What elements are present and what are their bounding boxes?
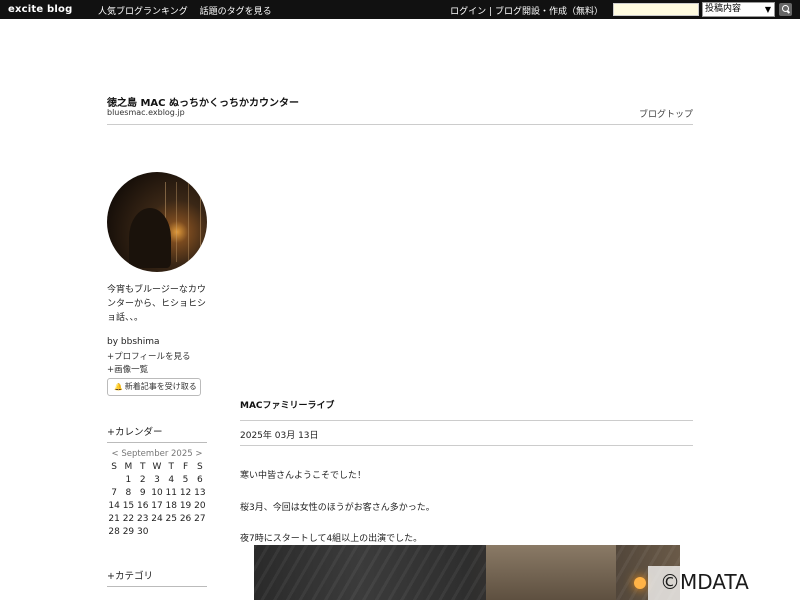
post-photo[interactable]	[254, 545, 680, 600]
weekday: T	[139, 462, 146, 472]
calendar-day[interactable]: 24	[150, 513, 164, 526]
calendar-day[interactable]: 9	[136, 487, 150, 500]
follow-button-label: 新着記事を受け取る	[124, 382, 197, 391]
calendar-day[interactable]: 6	[193, 474, 207, 487]
calendar-day[interactable]: 20	[193, 500, 207, 513]
calendar-weeks: 1 2 3 4 5 6 7 8 9 10 11 12 13 14 15 16 17 18 19 20 21 22 23 24 2…	[107, 474, 207, 539]
calendar-day[interactable]: 2	[136, 474, 150, 487]
calendar-day[interactable]: 11	[164, 487, 178, 500]
top-bar: excite blog 人気ブログランキング 話題のタグを見る ログイン | ブ…	[0, 0, 800, 19]
weekday: S	[111, 462, 117, 472]
calendar-day	[178, 526, 192, 539]
photo-light	[634, 577, 646, 589]
calendar-day[interactable]: 19	[178, 500, 192, 513]
calendar-day	[164, 526, 178, 539]
calendar-week: 21 22 23 24 25 26 27	[107, 513, 207, 526]
calendar-day[interactable]: 30	[136, 526, 150, 539]
calendar-day[interactable]: 13	[193, 487, 207, 500]
blog-title[interactable]: 徳之島 MAC ぬっちかくっちかカウンター	[107, 94, 299, 109]
calendar-day[interactable]: 10	[150, 487, 164, 500]
calendar-day	[107, 474, 121, 487]
weekday: S	[196, 462, 203, 472]
photo-panel	[486, 545, 616, 600]
profile-description: 今宵もブルージーなカウ ンターから、ヒショヒシ ョ話、、。	[107, 283, 211, 325]
blog-url: bluesmac.exblog.jp	[107, 108, 185, 117]
profile-line: ョ話、、。	[107, 313, 144, 323]
calendar-day[interactable]: 12	[178, 487, 192, 500]
post-paragraph: 桜3月、今回は女性のほうがお客さん多かった。	[240, 503, 435, 513]
calendar-day[interactable]: 26	[178, 513, 192, 526]
chevron-down-icon: ▼	[764, 5, 771, 14]
blog-top-link[interactable]: ブログトップ	[639, 107, 693, 120]
view-profile-link[interactable]: +プロフィールを見る	[107, 350, 190, 362]
watermark: ©MDATA	[648, 566, 794, 600]
search-scope-value: 投稿内容	[705, 4, 742, 14]
calendar-day[interactable]: 27	[193, 513, 207, 526]
weekday: T	[168, 462, 175, 472]
post-title[interactable]: MACファミリーライブ	[240, 398, 335, 411]
post-paragraph: 夜7時にスタートして4組以上の出演でした。	[240, 534, 423, 544]
calendar-day	[193, 526, 207, 539]
calendar-day[interactable]: 16	[136, 500, 150, 513]
calendar: < September 2025 > S M T W T F S 1234567…	[107, 449, 207, 539]
post-divider	[240, 420, 693, 421]
account-links: ログイン | ブログ開設・作成（無料）	[450, 4, 603, 17]
calendar-day[interactable]: 15	[121, 500, 135, 513]
profile-line: 今宵もブルージーなカウ	[107, 285, 206, 295]
login-link[interactable]: ログイン	[450, 7, 486, 17]
calendar-day[interactable]: 22	[121, 513, 135, 526]
post-date: 2025年 03月 13日	[240, 431, 319, 441]
calendar-day[interactable]: 17	[150, 500, 164, 513]
calendar-day[interactable]: 21	[107, 513, 121, 526]
tags-link[interactable]: 話題のタグを見る	[200, 7, 272, 17]
weekday: W	[152, 462, 162, 472]
calendar-day[interactable]: 14	[107, 500, 121, 513]
author-name: by bbshima	[107, 337, 160, 347]
calendar-day[interactable]: 18	[164, 500, 178, 513]
search-input[interactable]	[613, 3, 699, 16]
calendar-day[interactable]: 5	[178, 474, 192, 487]
calendar-heading: +カレンダー	[107, 424, 207, 443]
profile-avatar[interactable]	[107, 172, 207, 272]
calendar-day[interactable]: 25	[164, 513, 178, 526]
calendar-day[interactable]: 3	[150, 474, 164, 487]
calendar-day	[150, 526, 164, 539]
avatar-figure	[129, 208, 171, 268]
calendar-month: September 2025	[121, 449, 193, 459]
post-paragraph: 寒い中皆さんようこそでした！	[240, 471, 367, 481]
calendar-week: 123456	[107, 474, 207, 487]
calendar-day[interactable]: 28	[107, 526, 121, 539]
calendar-week: 14 15 16 17 18 19 20	[107, 500, 207, 513]
calendar-day[interactable]: 7	[107, 487, 121, 500]
calendar-day[interactable]: 23	[136, 513, 150, 526]
header-divider	[107, 124, 693, 125]
search-icon[interactable]	[779, 3, 792, 16]
post-divider	[240, 445, 693, 446]
calendar-day[interactable]: 4	[164, 474, 178, 487]
watermark-text: ©MDATA	[660, 570, 749, 594]
create-blog-link[interactable]: ブログ開設・作成（無料）	[495, 7, 603, 17]
calendar-next-button[interactable]: >	[195, 449, 202, 459]
bell-icon: 🔔	[114, 383, 123, 391]
ranking-link[interactable]: 人気ブログランキング	[98, 7, 188, 17]
category-heading: +カテゴリ	[107, 568, 207, 587]
weekday: F	[182, 462, 189, 472]
top-nav: 人気ブログランキング 話題のタグを見る	[98, 4, 281, 17]
calendar-week: 28 29 30	[107, 526, 207, 539]
calendar-weekdays: S M T W T F S	[107, 461, 207, 474]
calendar-day[interactable]: 1	[121, 474, 135, 487]
excite-blog-logo[interactable]: excite blog	[8, 4, 72, 15]
link-separator: |	[489, 7, 493, 17]
follow-button[interactable]: 🔔 新着記事を受け取る	[107, 378, 201, 396]
weekday: M	[124, 462, 133, 472]
search-scope-select[interactable]: 投稿内容 ▼	[702, 2, 775, 17]
calendar-prev-button[interactable]: <	[112, 449, 119, 459]
calendar-header: < September 2025 >	[107, 449, 207, 461]
profile-line: ンターから、ヒショヒシ	[107, 299, 207, 309]
calendar-day[interactable]: 29	[121, 526, 135, 539]
calendar-day[interactable]: 8	[121, 487, 135, 500]
calendar-week: 7 8 9 10 11 12 13	[107, 487, 207, 500]
image-list-link[interactable]: +画像一覧	[107, 363, 148, 375]
photo-chalkboard	[254, 545, 680, 600]
